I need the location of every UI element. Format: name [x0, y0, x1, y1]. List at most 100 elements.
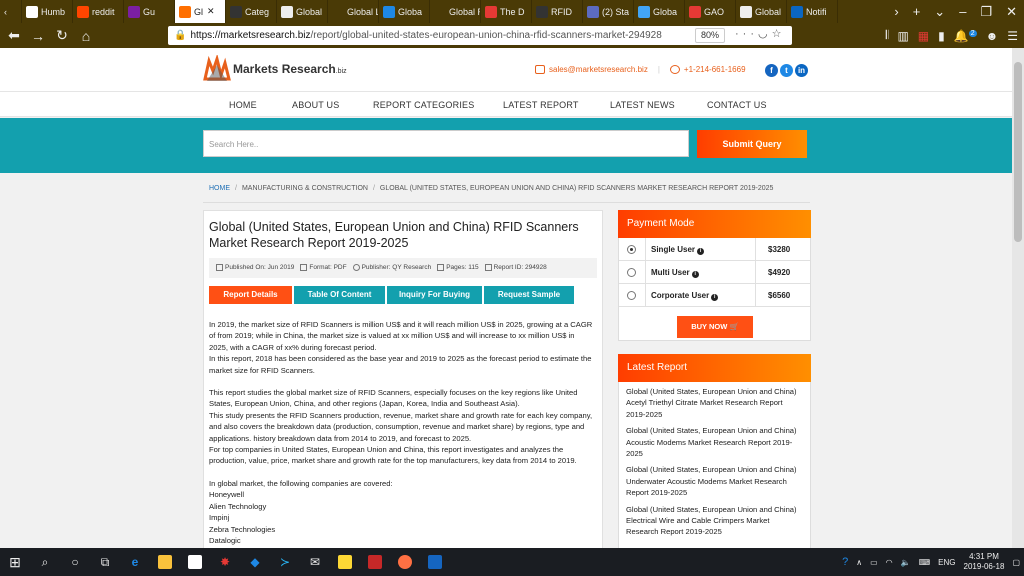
- browser-tab[interactable]: The D: [481, 0, 532, 23]
- library-icon[interactable]: 𝄃: [886, 28, 889, 43]
- email-link[interactable]: sales@marketsresearch.biz: [549, 65, 648, 74]
- tab-table-of-content[interactable]: Table Of Content: [294, 286, 385, 304]
- payment-row-single-user[interactable]: Single User i $3280: [619, 237, 810, 261]
- tab-close-icon[interactable]: ✕: [207, 6, 215, 17]
- browser-tab[interactable]: Global Ra: [430, 0, 481, 23]
- tab-inquiry-for-buying[interactable]: Inquiry For Buying: [387, 286, 482, 304]
- info-icon[interactable]: i: [691, 270, 699, 278]
- nav-home[interactable]: HOME: [229, 100, 257, 110]
- info-icon[interactable]: i: [711, 293, 719, 301]
- breadcrumb-home[interactable]: HOME: [209, 185, 230, 192]
- page-actions-icon[interactable]: ···: [735, 28, 758, 40]
- browser-tab[interactable]: Gu: [124, 0, 175, 23]
- zoom-level[interactable]: 80%: [695, 28, 725, 43]
- latest-report-link[interactable]: Global (United States, European Union an…: [626, 425, 803, 459]
- bookmark-star-icon[interactable]: ☆: [772, 28, 786, 40]
- new-tab-icon[interactable]: +: [906, 4, 928, 19]
- restore-icon[interactable]: ❐: [973, 4, 999, 20]
- browser-tab[interactable]: reddit: [73, 0, 124, 23]
- dota-icon[interactable]: [363, 552, 387, 572]
- tab-scroll-right-icon[interactable]: ›: [887, 4, 905, 19]
- tab-list-icon[interactable]: ⌄: [927, 4, 952, 20]
- payment-row-multi-user[interactable]: Multi User i $4920: [619, 260, 810, 284]
- pocket-icon[interactable]: ◡: [758, 28, 772, 40]
- browser-tab[interactable]: (2) Sta: [583, 0, 634, 23]
- tab-request-sample[interactable]: Request Sample: [484, 286, 574, 304]
- latest-report-link[interactable]: Global (United States, European Union an…: [626, 386, 803, 420]
- tray-chevron-icon[interactable]: ∧: [856, 558, 862, 567]
- wifi-icon[interactable]: ◠: [886, 558, 893, 567]
- game-icon[interactable]: ✸: [213, 552, 237, 572]
- browser-tab[interactable]: Humb: [22, 0, 73, 23]
- license-label: Corporate User i: [645, 283, 755, 307]
- breadcrumb-category[interactable]: MANUFACTURING & CONSTRUCTION: [242, 185, 368, 192]
- vscode-icon[interactable]: ≻: [273, 552, 297, 572]
- search-icon[interactable]: ⌕: [33, 552, 57, 572]
- reload-icon[interactable]: ↻: [50, 27, 74, 44]
- radio-single-user[interactable]: [627, 244, 636, 254]
- menu-icon[interactable]: ☰: [1007, 29, 1018, 43]
- store-icon[interactable]: [183, 552, 207, 572]
- notifications-icon[interactable]: 🔔 2: [954, 29, 977, 43]
- radio-multi-user[interactable]: [627, 267, 636, 277]
- payment-row-corporate-user[interactable]: Corporate User i $6560: [619, 283, 810, 307]
- search-input[interactable]: Search Here..: [203, 130, 689, 157]
- linkedin-icon[interactable]: in: [795, 64, 808, 77]
- submit-query-button[interactable]: Submit Query: [697, 130, 807, 158]
- sticky-notes-icon[interactable]: [333, 552, 357, 572]
- tab-back-arrow[interactable]: ‹: [0, 0, 22, 23]
- page-scrollbar[interactable]: [1012, 48, 1024, 548]
- latest-report-link[interactable]: Global (United States, European Union an…: [626, 464, 803, 498]
- nav-latest-news[interactable]: LATEST NEWS: [610, 100, 675, 110]
- tab-report-details[interactable]: Report Details: [209, 286, 292, 304]
- browser-tab[interactable]: Globa: [634, 0, 685, 23]
- help-icon[interactable]: ?: [842, 556, 848, 568]
- language-indicator[interactable]: ENG: [938, 558, 955, 567]
- keyboard-icon[interactable]: ⌨: [919, 558, 931, 567]
- browser-tab[interactable]: Notifi: [787, 0, 838, 23]
- nav-latest-report[interactable]: LATEST REPORT: [503, 100, 579, 110]
- start-icon[interactable]: ⊞: [3, 552, 27, 572]
- buy-now-button[interactable]: BUY NOW 🛒: [677, 316, 753, 338]
- phone-link[interactable]: +1-214-661-1669: [684, 65, 746, 74]
- latest-report-link[interactable]: Global (United States, European Union an…: [626, 504, 803, 538]
- account-icon[interactable]: ☻: [986, 29, 999, 43]
- forward-icon[interactable]: →: [26, 28, 50, 44]
- nav-report-categories[interactable]: REPORT CATEGORIES: [373, 100, 474, 110]
- nav-contact-us[interactable]: CONTACT US: [707, 100, 767, 110]
- twitter-icon[interactable]: t: [780, 64, 793, 77]
- firefox-icon[interactable]: [393, 552, 417, 572]
- facebook-icon[interactable]: f: [765, 64, 778, 77]
- extension-2-icon[interactable]: ▮: [938, 29, 945, 43]
- file-explorer-icon[interactable]: [153, 552, 177, 572]
- site-logo[interactable]: Markets Research.biz: [203, 53, 347, 83]
- close-window-icon[interactable]: ✕: [999, 4, 1024, 20]
- browser-tab[interactable]: Global: [277, 0, 328, 23]
- minimize-icon[interactable]: –: [952, 4, 973, 19]
- battery-icon[interactable]: ▭: [870, 558, 878, 567]
- task-view-icon[interactable]: ⧉: [93, 552, 117, 572]
- mail-icon[interactable]: ✉: [303, 552, 327, 572]
- volume-icon[interactable]: 🔈: [901, 558, 911, 567]
- scrollbar-thumb[interactable]: [1014, 62, 1022, 242]
- browser-tab[interactable]: Categ: [226, 0, 277, 23]
- browser-tab[interactable]: RFID: [532, 0, 583, 23]
- extension-icon[interactable]: ▦: [918, 29, 929, 43]
- back-icon[interactable]: ⬅: [2, 27, 26, 44]
- browser-tab[interactable]: Global Lig: [328, 0, 379, 23]
- browser-tab[interactable]: GAO: [685, 0, 736, 23]
- clock[interactable]: 4:31 PM 2019-06-18: [964, 552, 1005, 572]
- radio-corporate-user[interactable]: [627, 290, 636, 300]
- action-center-icon[interactable]: ▢: [1012, 558, 1020, 567]
- nav-about-us[interactable]: ABOUT US: [292, 100, 339, 110]
- home-icon[interactable]: ⌂: [74, 28, 98, 44]
- browser-tab[interactable]: Globa: [379, 0, 430, 23]
- sidebar-icon[interactable]: ▥: [897, 29, 908, 43]
- info-icon[interactable]: i: [697, 247, 705, 255]
- dropbox-icon[interactable]: ◆: [243, 552, 267, 572]
- browser-tab[interactable]: Global: [736, 0, 787, 23]
- browser-tab[interactable]: Gl ✕: [175, 0, 226, 23]
- edge-icon[interactable]: e: [123, 552, 147, 572]
- word-icon[interactable]: [423, 552, 447, 572]
- cortana-icon[interactable]: ○: [63, 552, 87, 572]
